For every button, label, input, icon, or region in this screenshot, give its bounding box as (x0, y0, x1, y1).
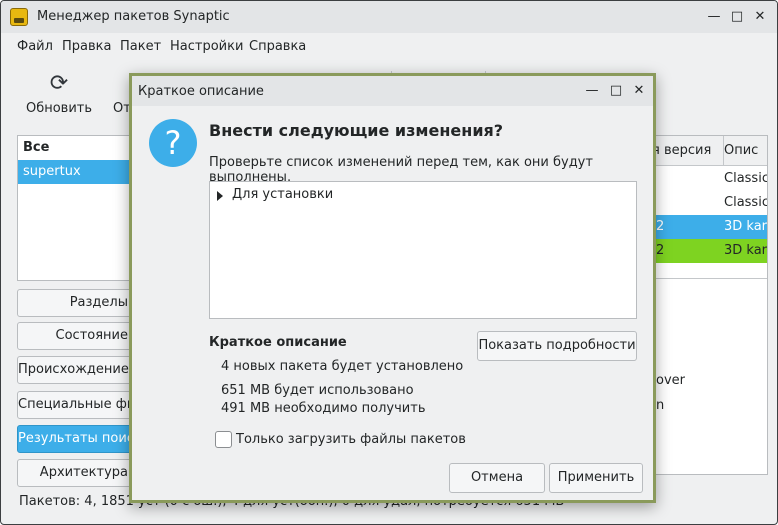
minimize-icon[interactable]: — (706, 9, 722, 25)
summary-dialog: Краткое описание — □ ✕ ? Внести следующи… (129, 73, 656, 503)
pane-divider (656, 278, 767, 279)
filter-status-button[interactable]: Состояние (17, 322, 133, 350)
dialog-heading: Внести следующие изменения? (209, 121, 504, 140)
maximize-icon[interactable]: □ (729, 9, 745, 25)
package-list-header: я версия Опис (656, 136, 767, 166)
package-list: я версия Опис Classic Classic 2 3D kar 2… (656, 135, 768, 475)
menu-settings[interactable]: Настройки (170, 39, 243, 54)
title-bar: Менеджер пакетов Synaptic — □ ✕ (1, 1, 777, 33)
row-version: 2 (656, 243, 665, 258)
list-item-all[interactable]: Все (18, 136, 132, 160)
filter-search-results-button[interactable]: Результаты поиска (17, 425, 133, 453)
menu-file[interactable]: Файл (17, 39, 53, 54)
close-icon[interactable]: ✕ (752, 9, 768, 25)
description-fragment: over (656, 373, 685, 388)
menu-help[interactable]: Справка (249, 39, 306, 54)
table-row[interactable]: Classic (656, 191, 767, 215)
table-row[interactable]: 2 3D kar (656, 215, 767, 239)
synaptic-app-icon (10, 8, 28, 26)
filter-architecture-button[interactable]: Архитектура (17, 459, 133, 487)
summary-line: 651 MB будет использовано (221, 383, 414, 398)
row-description: 3D kar (724, 243, 768, 258)
table-row[interactable]: Classic (656, 167, 767, 191)
description-fragment: n (656, 398, 665, 413)
dialog-title-bar: Краткое описание — □ ✕ (132, 76, 653, 106)
reload-button[interactable]: ⟳ Обновить (23, 67, 95, 123)
expand-arrow-icon[interactable] (217, 191, 223, 201)
download-only-label: Только загрузить файлы пакетов (236, 432, 466, 447)
window-title: Менеджер пакетов Synaptic (37, 9, 230, 24)
dialog-title: Краткое описание (138, 84, 264, 99)
changes-tree: Для установки (209, 181, 637, 319)
row-description: Classic (724, 195, 768, 210)
list-item-supertux[interactable]: supertux (18, 160, 132, 184)
table-row[interactable]: 2 3D kar (656, 239, 767, 263)
row-description: Classic (724, 171, 768, 186)
reload-icon: ⟳ (49, 71, 69, 96)
maximize-icon[interactable]: □ (608, 83, 624, 99)
summary-title: Краткое описание (209, 335, 347, 350)
filter-custom-button[interactable]: Специальные фильтры (17, 391, 133, 419)
row-version: 2 (656, 219, 665, 234)
status-list: Все supertux (17, 135, 133, 281)
menu-edit[interactable]: Правка (62, 39, 111, 54)
cancel-button[interactable]: Отмена (449, 463, 545, 493)
summary-line: 4 новых пакета будет установлено (221, 359, 464, 374)
close-icon[interactable]: ✕ (631, 83, 647, 99)
filter-origin-button[interactable]: Происхождение (17, 356, 133, 384)
reload-label: Обновить (25, 101, 93, 116)
minimize-icon[interactable]: — (584, 83, 600, 99)
column-version-header[interactable]: я версия (656, 143, 711, 158)
download-only-checkbox[interactable] (215, 431, 232, 448)
row-description: 3D kar (724, 219, 768, 234)
filter-sections-button[interactable]: Разделы (17, 289, 133, 317)
apply-button[interactable]: Применить (549, 463, 643, 493)
menu-package[interactable]: Пакет (120, 39, 161, 54)
summary-line: 491 MB необходимо получить (221, 401, 426, 416)
show-details-button[interactable]: Показать подробности (477, 331, 637, 361)
tree-node-to-install[interactable]: Для установки (232, 187, 333, 202)
column-description-header[interactable]: Опис (724, 143, 758, 158)
question-icon: ? (149, 119, 197, 167)
